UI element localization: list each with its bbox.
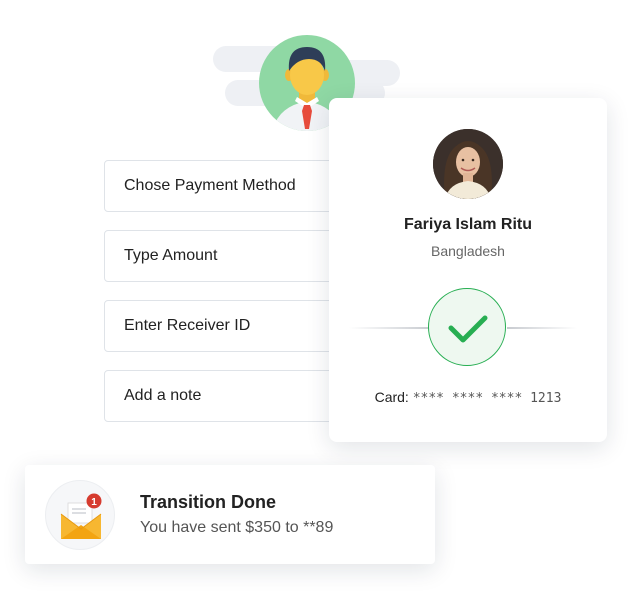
check-icon: [448, 315, 488, 343]
payment-illustration: Chose Payment Method Type Amount Enter R…: [0, 0, 632, 594]
transaction-notification: 1 Transition Done You have sent $350 to …: [25, 465, 435, 564]
note-placeholder: Add a note: [124, 387, 202, 404]
divider: [507, 327, 577, 329]
amount-placeholder: Type Amount: [124, 247, 218, 264]
receiver-country: Bangladesh: [431, 243, 505, 259]
notification-title: Transition Done: [140, 492, 277, 512]
notification-message: You have sent $350 to **89: [140, 519, 334, 536]
receiver-avatar: [433, 129, 503, 199]
payment-method-placeholder: Chose Payment Method: [124, 177, 296, 194]
card-number: **** **** **** 1213: [412, 391, 562, 406]
envelope-icon: 1: [45, 480, 115, 550]
note-input[interactable]: Add a note: [104, 370, 344, 422]
receiver-id-input[interactable]: Enter Receiver ID: [104, 300, 344, 352]
success-status: [428, 288, 506, 366]
receiver-name: Fariya Islam Ritu: [403, 216, 533, 233]
card-label: Card:: [374, 389, 409, 405]
amount-input[interactable]: Type Amount: [104, 230, 344, 282]
payment-method-select[interactable]: Chose Payment Method: [104, 160, 344, 212]
notification-badge-count: 1: [91, 497, 97, 508]
card-info: Card: **** **** **** 1213: [329, 389, 607, 406]
receiver-card: Fariya Islam Ritu Bangladesh Card: **** …: [329, 98, 607, 442]
divider: [349, 327, 431, 329]
receiver-id-placeholder: Enter Receiver ID: [124, 317, 251, 334]
